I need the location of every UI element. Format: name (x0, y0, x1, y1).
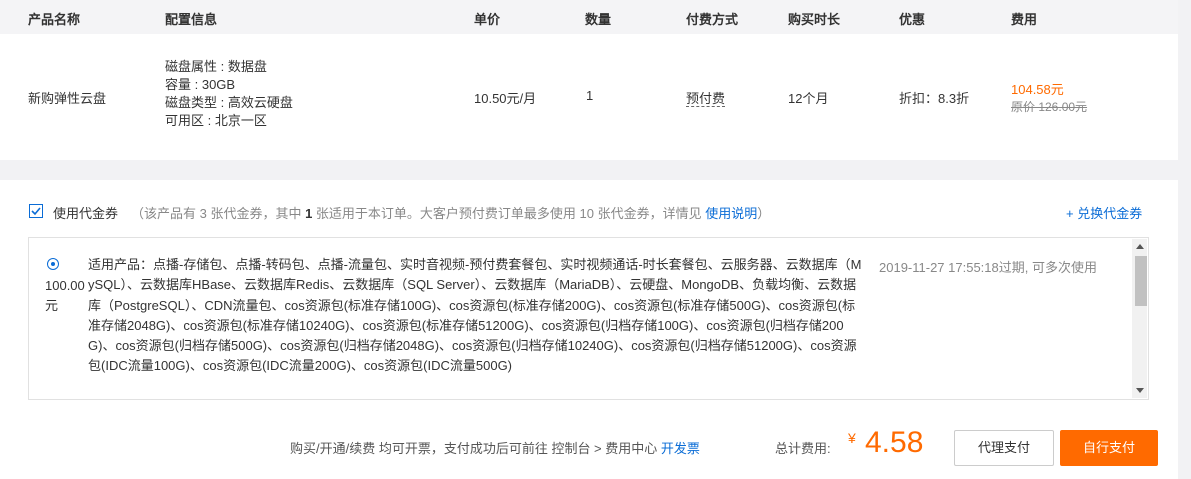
voucher-applicable-products: 适用产品：点播-存储包、点播-转码包、点播-流量包、实时音视频-预付费套餐包、实… (88, 257, 862, 374)
cost: 104.58元 (1011, 82, 1064, 97)
use-voucher-checkbox[interactable] (29, 204, 43, 218)
invoice-note-text: 购买/开通/续费 均可开票，支付成功后可前往 控制台 > 费用中心 (290, 441, 661, 456)
redeem-voucher-link[interactable]: + 兑换代金券 (1066, 203, 1142, 222)
total-amount: 4.58 (865, 426, 924, 459)
header-product: 产品名称 (28, 12, 81, 27)
pay-mode[interactable]: 预付费 (686, 91, 726, 107)
invoice-note: 购买/开通/续费 均可开票，支付成功后可前往 控制台 > 费用中心 开发票 (290, 438, 700, 457)
header-quantity: 数量 (585, 12, 612, 27)
voucher-amount: 100.00 元 (45, 276, 85, 316)
config-disk-attr: 磁盘属性 : 数据盘 (165, 59, 267, 74)
scroll-down-arrow-icon[interactable] (1136, 388, 1144, 393)
agent-pay-button[interactable]: 代理支付 (954, 430, 1054, 466)
config-info: 磁盘属性 : 数据盘 容量 : 30GB 磁盘类型 : 高效云硬盘 可用区 : … (165, 58, 293, 130)
voucher-amount-unit: 元 (45, 298, 59, 313)
voucher-note-end: ） (757, 206, 771, 221)
check-icon (31, 207, 41, 216)
voucher-radio[interactable] (47, 258, 59, 270)
discount: 折扣：8.3折 (899, 91, 970, 106)
use-voucher-label[interactable]: 使用代金券 (53, 203, 118, 222)
self-pay-button[interactable]: 自行支付 (1060, 430, 1158, 466)
header-discount: 优惠 (899, 12, 926, 27)
total-label: 总计费用: (775, 441, 831, 456)
header-cost: 费用 (1011, 12, 1038, 27)
unit-price: 10.50元/月 (474, 91, 537, 106)
config-capacity: 容量 : 30GB (165, 77, 236, 92)
quantity: 1 (586, 88, 594, 103)
voucher-expiry: 2019-11-27 17:55:18过期, 可多次使用 (879, 260, 1097, 275)
header-duration: 购买时长 (788, 12, 841, 27)
usage-instructions-link[interactable]: 使用说明 (705, 206, 757, 221)
header-unit-price: 单价 (474, 12, 501, 27)
header-pay-mode: 付费方式 (686, 12, 739, 27)
voucher-amount-value: 100.00 (45, 278, 85, 293)
issue-invoice-link[interactable]: 开发票 (661, 441, 700, 456)
currency-symbol: ¥ (848, 430, 856, 446)
scroll-up-arrow-icon[interactable] (1136, 244, 1144, 249)
scrollbar-thumb[interactable] (1135, 256, 1147, 306)
header-config: 配置信息 (165, 12, 218, 27)
voucher-list[interactable]: 100.00 元 适用产品：点播-存储包、点播-转码包、点播-流量包、实时音视频… (28, 237, 1149, 400)
voucher-list-scrollbar[interactable] (1132, 239, 1147, 398)
voucher-note: （该产品有 3 张代金券，其中 1 张适用于本订单。大客户预付费订单最多使用 1… (131, 203, 770, 222)
voucher-note-prefix: （该产品有 3 张代金券，其中 (131, 206, 306, 221)
duration: 12个月 (788, 91, 829, 106)
order-table: 产品名称 配置信息 单价 数量 付费方式 购买时长 优惠 费用 新购弹性云盘 磁… (0, 0, 1178, 160)
product-name: 新购弹性云盘 (28, 91, 107, 106)
voucher-section: 使用代金券 （该产品有 3 张代金券，其中 1 张适用于本订单。大客户预付费订单… (0, 180, 1178, 479)
voucher-note-suffix: 张适用于本订单。大客户预付费订单最多使用 10 张代金券，详情见 (312, 206, 706, 221)
config-zone: 可用区 : 北京一区 (165, 113, 267, 128)
config-disk-type: 磁盘类型 : 高效云硬盘 (165, 95, 293, 110)
original-cost: 原价 126.00元 (1011, 100, 1088, 114)
